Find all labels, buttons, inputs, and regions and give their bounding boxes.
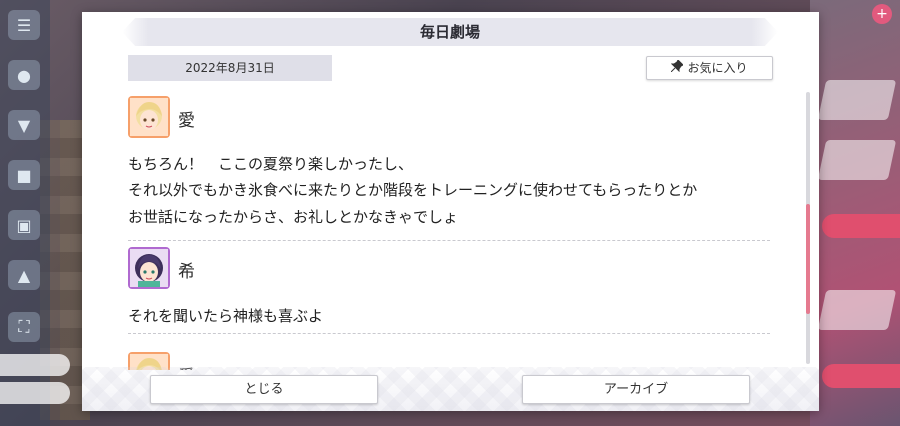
- card-icon[interactable]: ▣: [8, 210, 40, 240]
- speaker-name: 愛: [178, 111, 195, 131]
- entry-divider: [128, 240, 770, 241]
- menu-icon[interactable]: ☰: [8, 10, 40, 40]
- side-menu-pill[interactable]: [0, 354, 70, 376]
- avatar: [128, 96, 170, 138]
- modal-title: 毎日劇場: [122, 18, 778, 46]
- pin-icon: [671, 57, 685, 79]
- dialogue-line: それ以外でもかき氷食べに来たりとか階段をトレーニングに使わせてもらったりとか: [128, 181, 698, 199]
- scrollbar[interactable]: [806, 92, 810, 364]
- chat-icon[interactable]: ●: [8, 60, 40, 90]
- dialogue-scroll-area[interactable]: 愛 もちろん！ ここの夏祭り楽しかったし、 それ以外でもかき氷食べに来たりとか階…: [82, 90, 819, 370]
- background-tile: [817, 290, 897, 330]
- trophy-icon[interactable]: ▲: [8, 260, 40, 290]
- shirt-icon[interactable]: ▼: [8, 110, 40, 140]
- date-label: 2022年8月31日: [128, 55, 332, 81]
- side-menu-pill[interactable]: [0, 382, 70, 404]
- close-button[interactable]: とじる: [150, 375, 378, 404]
- background-right-panel: [810, 0, 900, 426]
- scrollbar-thumb[interactable]: [806, 204, 810, 314]
- entry-divider: [128, 333, 770, 334]
- daily-theater-modal: 毎日劇場 2022年8月31日 お気に入り 愛 もちろん！ ここの夏祭り楽しかっ…: [82, 12, 819, 411]
- dialogue-line: それを聞いたら神様も喜ぶよ: [128, 307, 324, 325]
- modal-footer: とじる アーカイブ: [82, 367, 819, 411]
- gift-icon[interactable]: ■: [8, 160, 40, 190]
- add-currency-icon[interactable]: +: [872, 4, 892, 24]
- dialogue-line: もちろん！ ここの夏祭り楽しかったし、: [128, 155, 414, 173]
- background-tag: [822, 364, 900, 388]
- dialogue-line: お世話になったからさ、お礼しとかなきゃでしょ: [128, 208, 459, 226]
- speaker-name: 希: [178, 262, 195, 282]
- archive-button[interactable]: アーカイブ: [522, 375, 750, 404]
- background-tag: [822, 214, 900, 238]
- background-tile: [817, 80, 897, 120]
- background-tile: [817, 140, 897, 180]
- avatar: [128, 247, 170, 289]
- favorite-button[interactable]: お気に入り: [646, 56, 773, 80]
- fullscreen-icon[interactable]: ⛶: [8, 312, 40, 342]
- favorite-label: お気に入り: [687, 61, 748, 75]
